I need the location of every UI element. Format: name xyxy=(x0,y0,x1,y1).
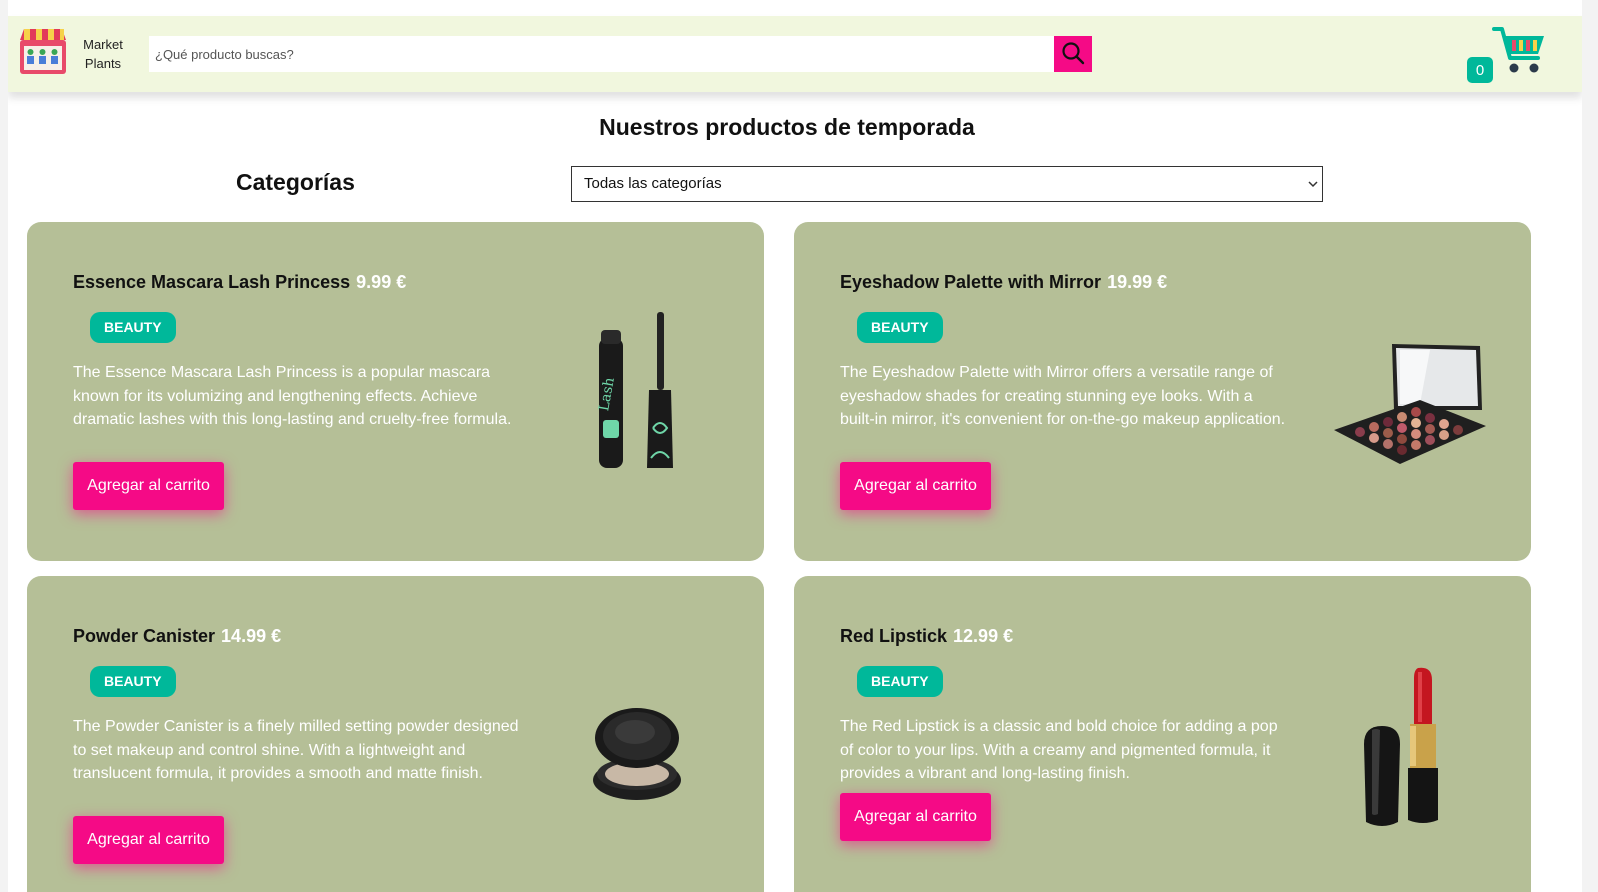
product-price: 9.99 € xyxy=(356,272,407,292)
product-title-row: Powder Canister 14.99 € xyxy=(73,626,281,647)
eyeshadow-palette-icon xyxy=(1330,340,1490,475)
category-badge: BEAUTY xyxy=(90,312,176,343)
product-card: Eyeshadow Palette with Mirror 19.99 € BEA… xyxy=(794,222,1531,561)
product-name: Powder Canister xyxy=(73,626,216,646)
cart-count-badge: 0 xyxy=(1467,57,1493,83)
mascara-icon: Lash xyxy=(587,310,687,477)
brand-line2: Plants xyxy=(84,56,122,71)
powder-canister-icon xyxy=(591,704,683,809)
product-description: The Powder Canister is a finely milled s… xyxy=(73,718,519,782)
search-input[interactable] xyxy=(149,36,1054,72)
category-select-value: Todas las categorías xyxy=(584,175,722,192)
add-to-cart-button[interactable]: Agregar al carrito xyxy=(73,462,224,510)
product-price: 14.99 € xyxy=(221,626,282,646)
brand-name[interactable]: Market Plants xyxy=(78,35,128,73)
category-select[interactable]: Todas las categorías xyxy=(571,166,1323,202)
shopping-cart-icon[interactable] xyxy=(1492,24,1548,78)
product-name: Red Lipstick xyxy=(840,626,948,646)
category-badge: BEAUTY xyxy=(857,666,943,697)
add-to-cart-button[interactable]: Agregar al carrito xyxy=(73,816,224,864)
product-name: Essence Mascara Lash Princess xyxy=(73,272,351,292)
page: Market Plants ¿Qué producto buscas? 0 Nu… xyxy=(8,0,1582,892)
category-badge: BEAUTY xyxy=(857,312,943,343)
product-price: 19.99 € xyxy=(1107,272,1168,292)
brand-line1: Market xyxy=(83,37,123,52)
top-navbar: Market Plants ¿Qué producto buscas? 0 xyxy=(8,16,1582,92)
add-to-cart-button[interactable]: Agregar al carrito xyxy=(840,462,991,510)
categories-label: Categorías xyxy=(236,169,355,195)
product-name: Eyeshadow Palette with Mirror xyxy=(840,272,1102,292)
chevron-down-icon xyxy=(1308,167,1318,215)
product-description: The Essence Mascara Lash Princess is a p… xyxy=(73,364,512,428)
search-icon xyxy=(1061,41,1085,68)
product-card: Essence Mascara Lash Princess 9.99 € BEAU… xyxy=(27,222,764,561)
market-logo-icon[interactable] xyxy=(18,26,68,76)
product-card: Powder Canister 14.99 € BEAUTY The Powder… xyxy=(27,576,764,892)
product-description: The Red Lipstick is a classic and bold c… xyxy=(840,718,1278,782)
add-to-cart-button[interactable]: Agregar al carrito xyxy=(840,793,991,841)
category-badge: BEAUTY xyxy=(90,666,176,697)
product-description: The Eyeshadow Palette with Mirror offers… xyxy=(840,364,1286,428)
product-title-row: Essence Mascara Lash Princess 9.99 € xyxy=(73,272,406,293)
product-title-row: Eyeshadow Palette with Mirror 19.99 € xyxy=(840,272,1167,293)
search-bar xyxy=(149,36,1054,72)
product-card: Red Lipstick 12.99 € BEAUTY The Red Lipst… xyxy=(794,576,1531,892)
search-button[interactable] xyxy=(1054,36,1092,72)
lipstick-icon xyxy=(1360,664,1450,835)
product-title-row: Red Lipstick 12.99 € xyxy=(840,626,1013,647)
page-title: Nuestros productos de temporada xyxy=(599,114,975,140)
product-price: 12.99 € xyxy=(953,626,1014,646)
